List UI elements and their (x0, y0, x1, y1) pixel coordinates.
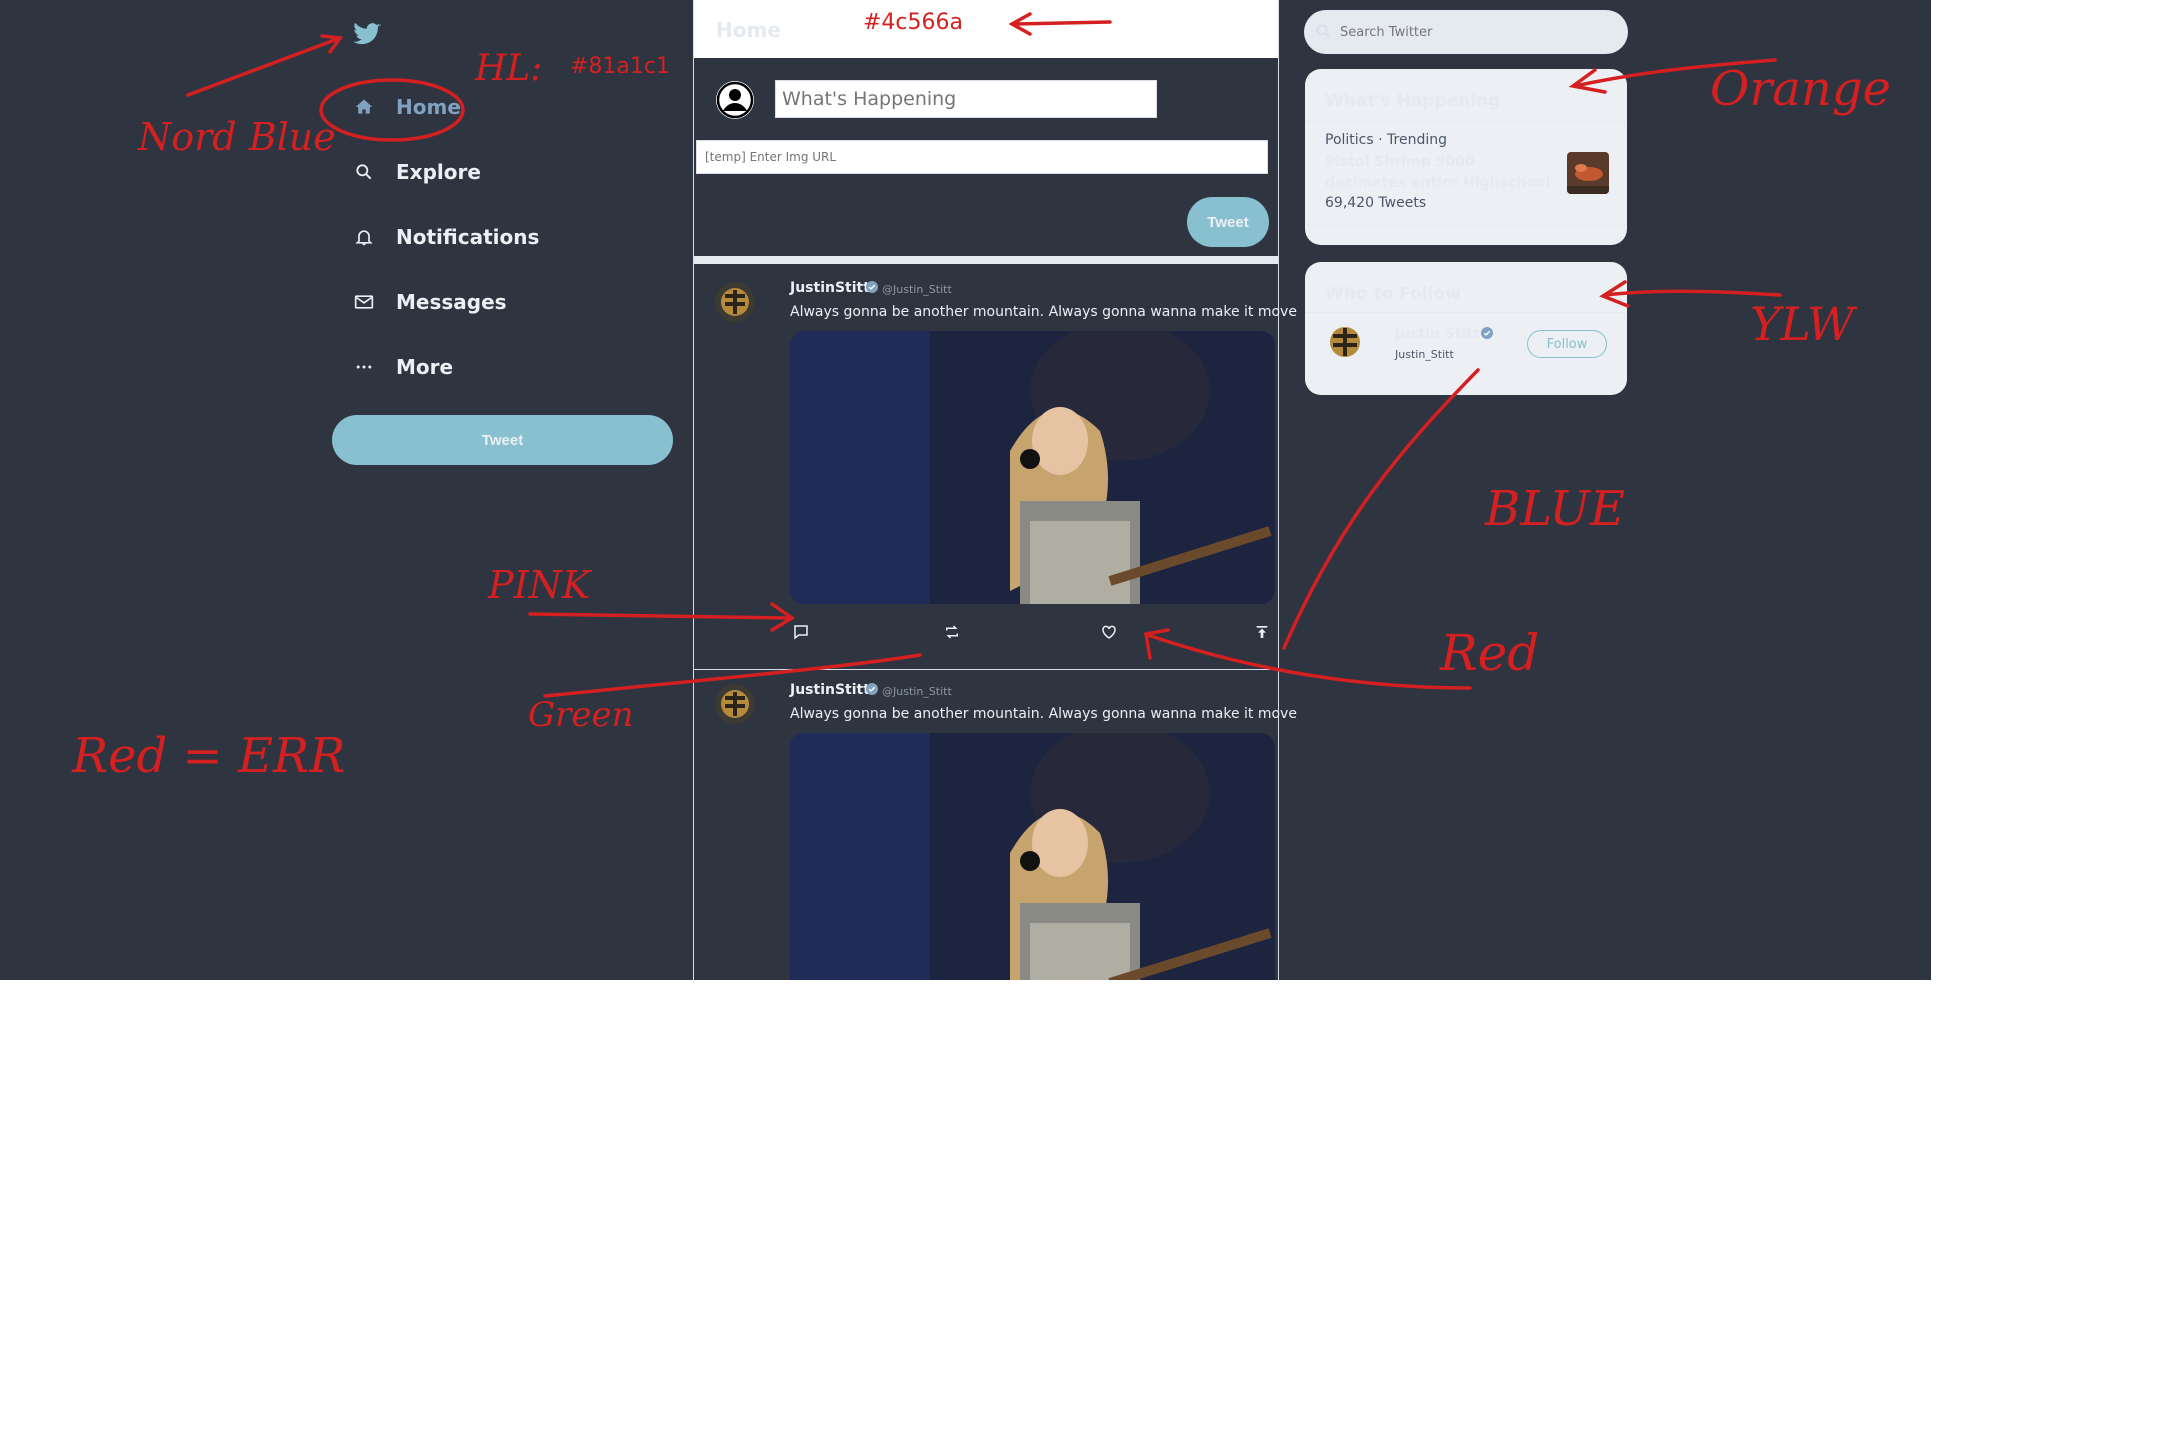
tweet-handle[interactable]: @Justin_Stitt (882, 283, 952, 296)
nav-messages-label: Messages (396, 290, 507, 314)
nav-more-label: More (396, 355, 454, 379)
user-avatar-icon[interactable] (715, 80, 755, 120)
trending-title: What's Happening (1325, 91, 1501, 111)
feed-separator (694, 256, 1278, 264)
tweet-card[interactable]: JustinStitt @Justin_Stitt Always gonna b… (694, 670, 1297, 980)
search-input[interactable] (1304, 10, 1628, 54)
retweet-icon[interactable] (941, 621, 963, 643)
tweet-card[interactable]: JustinStitt @Justin_Stitt Always gonna b… (694, 268, 1297, 668)
twitter-bird-icon[interactable] (352, 20, 382, 50)
page-title: Home (716, 18, 781, 42)
timeline: Home Tweet JustinStitt @Justin_Stitt Alw… (693, 0, 1297, 980)
nav-notifications-label: Notifications (396, 225, 540, 249)
tweet-text: Always gonna be another mountain. Always… (790, 304, 1297, 320)
verified-badge-icon (866, 683, 878, 695)
share-icon[interactable] (1251, 621, 1273, 643)
envelope-icon (350, 288, 378, 316)
follow-handle: Justin_Stitt (1395, 348, 1454, 361)
trend-headline[interactable]: Pistol Shrimp 9000 decimates entire High… (1325, 152, 1555, 194)
follow-avatar[interactable] (1325, 322, 1365, 362)
nav-home[interactable]: Home (350, 85, 461, 129)
compose-tweet-button[interactable]: Tweet (1187, 197, 1269, 247)
sidebar-tweet-button[interactable]: Tweet (332, 415, 673, 465)
nav-notifications[interactable]: Notifications (350, 215, 539, 259)
verified-badge-icon (866, 281, 878, 293)
heart-icon[interactable] (1098, 621, 1120, 643)
follow-name[interactable]: Justin Stitt (1395, 326, 1480, 342)
nav-explore[interactable]: Explore (350, 150, 481, 194)
more-dots-icon (350, 353, 378, 381)
trending-card: What's Happening Politics · Trending Pis… (1305, 69, 1627, 245)
app-window: Home Explore Notifications Messages More… (0, 0, 1931, 980)
image-url-input[interactable] (696, 140, 1268, 174)
bell-icon (350, 223, 378, 251)
who-to-follow-card: Who to Follow Justin Stitt Justin_Stitt … (1305, 262, 1627, 395)
reply-icon[interactable] (790, 621, 812, 643)
home-icon (350, 93, 378, 121)
tweet-media[interactable] (790, 733, 1275, 980)
annotation-header-hex: #4c566a (863, 10, 963, 35)
trend-count: 69,420 Tweets (1325, 195, 1427, 211)
tweet-avatar[interactable] (715, 282, 755, 322)
trend-thumbnail[interactable] (1567, 152, 1609, 194)
trend-meta: Politics · Trending (1325, 132, 1447, 148)
who-to-follow-title: Who to Follow (1325, 284, 1461, 304)
follow-button[interactable]: Follow (1527, 330, 1607, 358)
tweet-avatar[interactable] (715, 684, 755, 724)
search-icon (350, 158, 378, 186)
nav-more[interactable]: More (350, 345, 453, 389)
tweet-handle[interactable]: @Justin_Stitt (882, 685, 952, 698)
card-divider (1305, 121, 1627, 122)
tweet-media[interactable] (790, 331, 1275, 604)
nav-explore-label: Explore (396, 160, 481, 184)
card-divider (1305, 312, 1627, 313)
tweet-author-name[interactable]: JustinStitt (790, 280, 870, 296)
tweet-author-name[interactable]: JustinStitt (790, 682, 870, 698)
search-icon (1316, 24, 1330, 38)
compose-input[interactable] (775, 80, 1157, 118)
verified-badge-icon (1481, 327, 1493, 339)
timeline-header: Home (694, 0, 1278, 58)
nav-home-label: Home (396, 95, 461, 119)
tweet-text: Always gonna be another mountain. Always… (790, 706, 1297, 722)
card-divider (1305, 225, 1627, 226)
annotation-highlight-hex: #81a1c1 (570, 54, 670, 79)
nav-messages[interactable]: Messages (350, 280, 507, 324)
tweet-actions (790, 621, 1275, 645)
